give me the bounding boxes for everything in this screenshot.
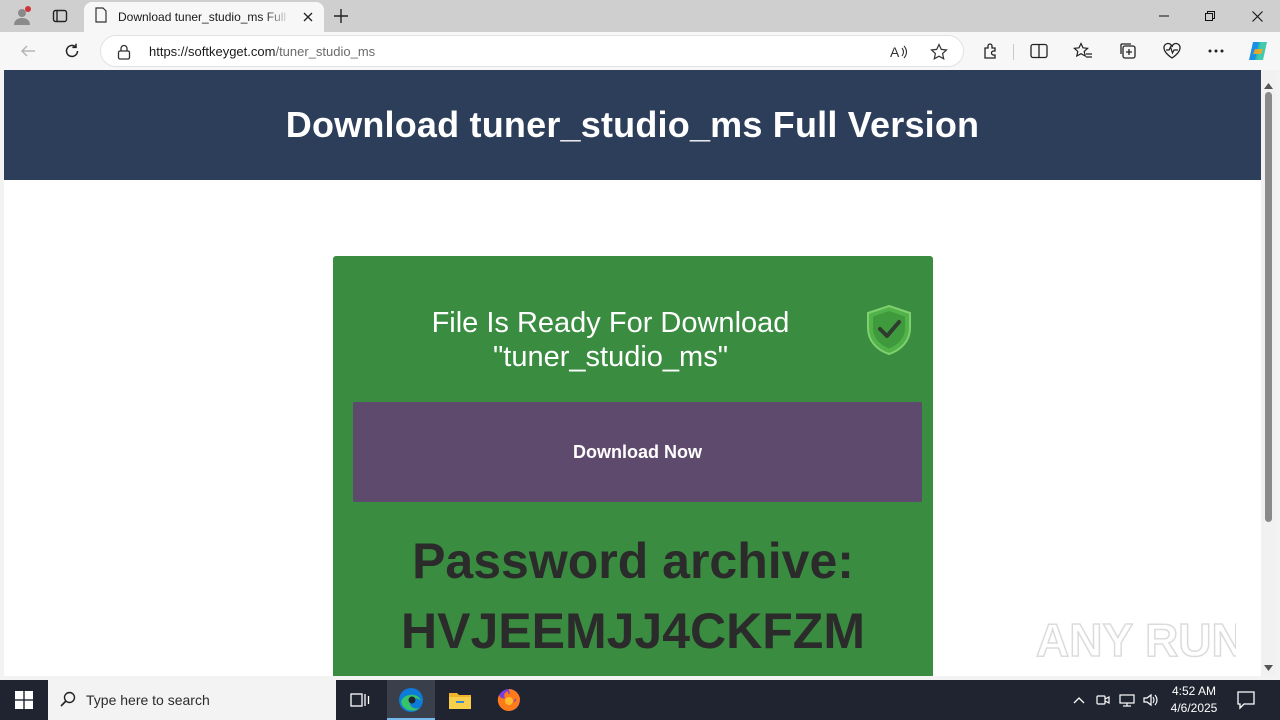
svg-text:A: A bbox=[890, 44, 900, 60]
search-placeholder: Type here to search bbox=[86, 692, 210, 708]
active-tab[interactable]: Download tuner_studio_ms Full Version bbox=[84, 2, 324, 32]
minimize-icon[interactable] bbox=[1141, 0, 1187, 32]
ready-line-2: "tuner_studio_ms" bbox=[493, 341, 728, 373]
file-explorer-icon[interactable] bbox=[436, 680, 484, 720]
system-clock[interactable]: 4:52 AM 4/6/2025 bbox=[1166, 683, 1222, 717]
search-icon bbox=[60, 691, 76, 710]
page-viewport: Download tuner_studio_ms Full Version Fi… bbox=[4, 70, 1261, 676]
collections-icon[interactable] bbox=[1114, 37, 1142, 65]
plus-icon[interactable] bbox=[327, 4, 355, 28]
volume-icon[interactable] bbox=[1142, 692, 1160, 708]
split-screen-icon[interactable] bbox=[1025, 37, 1053, 65]
url-domain: https://softkeyget.com bbox=[149, 44, 276, 59]
windows-taskbar: Type here to search 4:52 AM 4/6/2025 bbox=[0, 680, 1280, 720]
profile-icon[interactable] bbox=[8, 4, 36, 28]
restore-icon[interactable] bbox=[1187, 0, 1233, 32]
ready-line-1: File Is Ready For Download bbox=[431, 307, 790, 339]
toolbar-divider bbox=[1013, 44, 1014, 60]
clock-date: 4/6/2025 bbox=[1170, 701, 1218, 715]
shield-check-icon bbox=[866, 304, 912, 361]
taskbar-search-input[interactable]: Type here to search bbox=[48, 680, 336, 720]
more-icon[interactable] bbox=[1202, 37, 1230, 65]
scroll-down-icon[interactable] bbox=[1264, 658, 1273, 676]
task-view-icon[interactable] bbox=[336, 680, 384, 720]
back-icon[interactable] bbox=[14, 37, 42, 65]
anyrun-watermark: ANY RUN bbox=[1035, 608, 1245, 668]
reload-icon[interactable] bbox=[58, 37, 86, 65]
password-label: Password archive: bbox=[412, 533, 854, 589]
url-path: /tuner_studio_ms bbox=[275, 44, 376, 59]
window-close-icon[interactable] bbox=[1234, 0, 1280, 32]
watermark-text: ANY RUN bbox=[1036, 614, 1236, 666]
star-icon[interactable] bbox=[927, 40, 951, 64]
chevron-up-icon[interactable] bbox=[1070, 692, 1088, 708]
edge-icon[interactable] bbox=[387, 680, 435, 720]
ready-message: File Is Ready For Download "tuner_studio… bbox=[333, 306, 888, 374]
tab-strip: Download tuner_studio_ms Full Version bbox=[0, 0, 1280, 32]
performance-icon[interactable] bbox=[1158, 37, 1186, 65]
favorites-icon[interactable] bbox=[1069, 37, 1097, 65]
page-header: Download tuner_studio_ms Full Version bbox=[4, 70, 1261, 180]
extensions-icon[interactable] bbox=[977, 37, 1005, 65]
read-aloud-icon[interactable]: A bbox=[887, 40, 911, 64]
download-card: File Is Ready For Download "tuner_studio… bbox=[333, 256, 933, 676]
notification-icon[interactable] bbox=[1236, 690, 1256, 715]
browser-toolbar: https://softkeyget.com/tuner_studio_ms A bbox=[0, 32, 1280, 70]
password-value: HVJEEMJJ4CKFZM bbox=[401, 603, 865, 659]
scrollbar-thumb[interactable] bbox=[1265, 92, 1272, 522]
clock-time: 4:52 AM bbox=[1171, 684, 1217, 698]
download-now-button[interactable]: Download Now bbox=[353, 402, 922, 502]
page-title: Download tuner_studio_ms Full Version bbox=[285, 104, 980, 145]
page-icon bbox=[94, 6, 108, 28]
close-icon[interactable] bbox=[300, 9, 316, 25]
meet-icon[interactable] bbox=[1094, 692, 1112, 708]
page-scrollbar[interactable] bbox=[1261, 70, 1276, 676]
firefox-icon[interactable] bbox=[485, 680, 533, 720]
windows-logo-icon[interactable] bbox=[0, 680, 48, 720]
lock-icon[interactable] bbox=[117, 44, 131, 65]
copilot-icon[interactable] bbox=[1244, 37, 1272, 65]
tab-title: Download tuner_studio_ms Full Version bbox=[118, 10, 290, 24]
tab-actions-icon[interactable] bbox=[46, 4, 74, 28]
address-bar[interactable]: https://softkeyget.com/tuner_studio_ms A bbox=[100, 35, 964, 67]
url-text[interactable]: https://softkeyget.com/tuner_studio_ms bbox=[149, 44, 375, 59]
network-icon[interactable] bbox=[1118, 692, 1136, 708]
